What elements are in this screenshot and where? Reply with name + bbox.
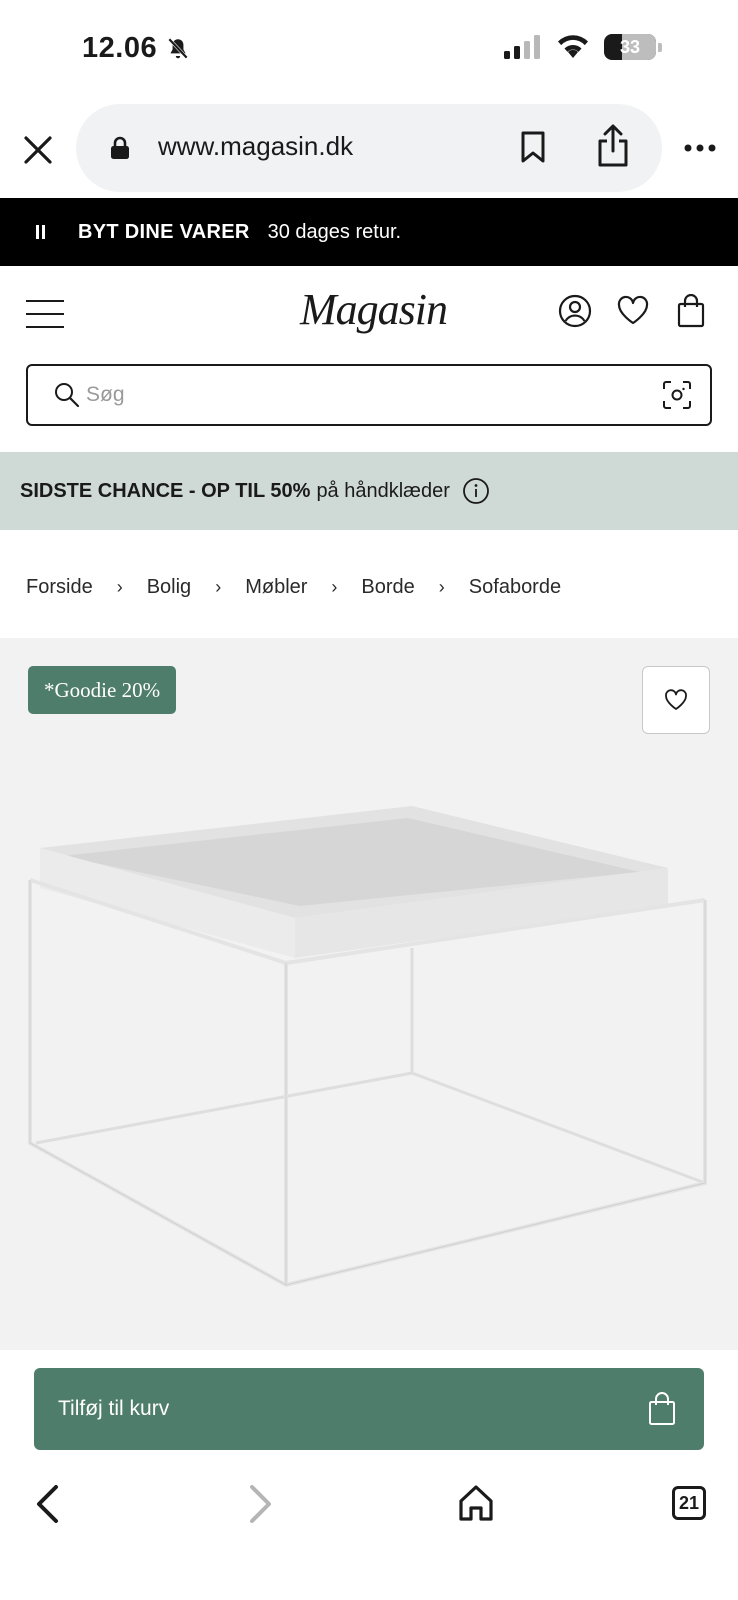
breadcrumb: Forside › Bolig › Møbler › Borde › Sofab…	[26, 576, 561, 599]
add-to-cart-button[interactable]: Tilføj til kurv	[34, 1368, 704, 1450]
clock: 12.06	[82, 32, 158, 64]
discount-badge: *Goodie 20%	[28, 666, 177, 714]
breadcrumb-separator: ›	[116, 577, 123, 597]
url-text: www.magasin.dk	[158, 131, 354, 161]
status-indicators: 33	[504, 34, 662, 60]
account-icon[interactable]	[558, 294, 592, 328]
home-icon[interactable]	[458, 1484, 494, 1522]
browser-bar: www.magasin.dk	[0, 104, 738, 194]
promo-title: SIDSTE CHANCE - OP TIL 50%	[20, 479, 311, 502]
breadcrumb-item[interactable]: Møbler	[245, 576, 307, 599]
battery-icon: 33	[604, 34, 656, 60]
more-icon[interactable]	[684, 144, 716, 152]
search-icon	[55, 383, 80, 408]
breadcrumb-separator: ›	[438, 577, 445, 597]
promo-text: på håndklæder	[316, 479, 450, 502]
wifi-icon	[558, 35, 588, 58]
announcement-bar: BYT DINE VARER 30 dages retur.	[0, 198, 738, 266]
browser-navigation: 21	[0, 1462, 738, 1600]
tabs-button[interactable]: 21	[672, 1486, 706, 1520]
add-to-wishlist-button[interactable]	[642, 666, 710, 734]
silent-bell-icon	[168, 37, 188, 59]
pause-icon[interactable]	[36, 225, 46, 239]
product-image-area[interactable]: *Goodie 20%	[0, 638, 738, 1350]
announcement-title: BYT DINE VARER	[78, 220, 250, 243]
close-icon[interactable]	[22, 134, 54, 166]
menu-icon[interactable]	[26, 300, 64, 328]
breadcrumb-item[interactable]: Forside	[26, 576, 93, 599]
bag-icon[interactable]	[676, 294, 706, 328]
back-icon[interactable]	[34, 1484, 62, 1524]
breadcrumb-item[interactable]: Borde	[361, 576, 414, 599]
battery-tip	[658, 42, 662, 52]
search-input[interactable]	[86, 378, 646, 412]
promo-banner[interactable]: SIDSTE CHANCE - OP TIL 50% på håndklæder	[0, 452, 738, 530]
breadcrumb-item[interactable]: Sofaborde	[469, 576, 561, 599]
status-time: 12.06	[82, 32, 191, 65]
cart-bag-icon	[649, 1392, 675, 1425]
add-to-cart-label: Tilføj til kurv	[58, 1397, 170, 1420]
address-bar[interactable]: www.magasin.dk	[76, 104, 662, 192]
battery-level: 33	[619, 36, 641, 57]
share-icon[interactable]	[596, 124, 630, 168]
breadcrumb-separator: ›	[215, 577, 222, 597]
visual-search-icon[interactable]	[662, 380, 692, 410]
breadcrumb-item[interactable]: Bolig	[147, 576, 191, 599]
wishlist-icon[interactable]	[616, 294, 650, 328]
status-bar: 12.06 33	[0, 0, 738, 100]
info-icon[interactable]	[462, 477, 490, 505]
add-to-cart-bar: Tilføj til kurv	[0, 1350, 738, 1462]
product-image	[28, 806, 707, 1288]
forward-icon[interactable]	[246, 1484, 274, 1524]
search-box	[26, 364, 712, 426]
breadcrumb-separator: ›	[331, 577, 338, 597]
site-header: Magasin	[0, 266, 738, 362]
heart-icon	[665, 689, 687, 710]
bookmark-icon[interactable]	[520, 130, 546, 164]
announcement-text: 30 dages retur.	[267, 220, 402, 243]
lock-icon	[111, 136, 129, 159]
signal-icon	[504, 35, 540, 59]
logo[interactable]: Magasin	[300, 284, 448, 335]
